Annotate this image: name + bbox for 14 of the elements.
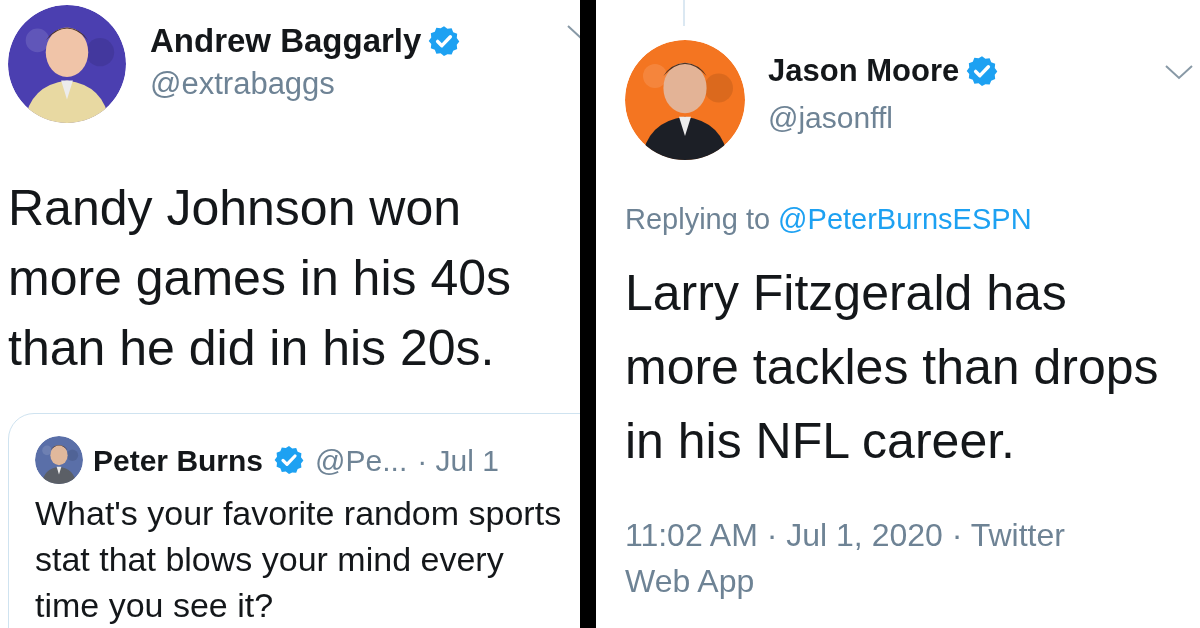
author-handle[interactable]: @extrabaggs bbox=[150, 65, 462, 104]
quoted-tweet-date: · Jul 1 bbox=[417, 442, 499, 479]
thread-line bbox=[683, 0, 685, 26]
tweet-text: Larry Fitzgerald has more tackles than drops in his NFL career. bbox=[625, 263, 1160, 471]
author-name[interactable]: Andrew Baggarly bbox=[150, 20, 422, 62]
author-handle[interactable]: @jasonffl bbox=[768, 98, 1000, 137]
tweet-text: Randy Johnson won more games in his 40s than he did in his 20s. bbox=[8, 179, 512, 378]
author-name[interactable]: Jason Moore bbox=[768, 52, 960, 91]
quoted-author-handle: @Pe... bbox=[315, 442, 408, 479]
tweet-timestamp: 11:02 AM · Jul 1, 2020 · Twitter Web App bbox=[625, 515, 1066, 601]
quoted-tweet-text: What's your favorite random sports stat that blows your mind every time you see it? bbox=[35, 493, 563, 626]
quoted-author-name: Peter Burns bbox=[93, 442, 264, 479]
replying-to-label: Replying to bbox=[625, 202, 771, 237]
chevron-down-icon[interactable] bbox=[1164, 64, 1194, 80]
